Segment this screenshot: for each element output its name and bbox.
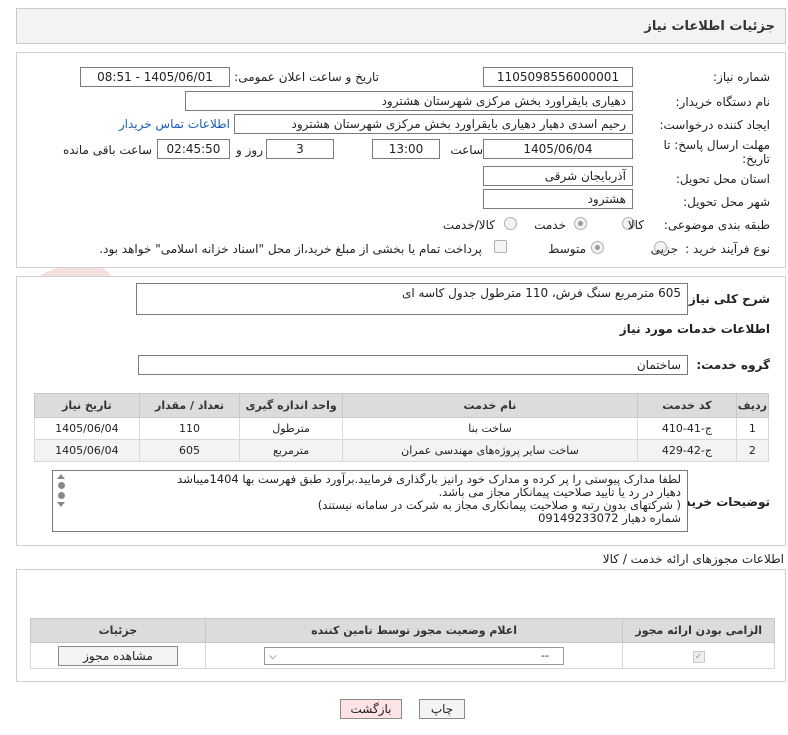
days-label: روز و xyxy=(236,143,263,157)
services-table-header: ردیف کد خدمت نام خدمت واحد اندازه گیری ت… xyxy=(34,393,770,418)
licenses-section-title: اطلاعات مجوزهای ارائه خدمت / کالا xyxy=(602,552,784,566)
col-need-date: تاریخ نیاز xyxy=(34,393,140,418)
chevron-down-icon: ⌵ xyxy=(269,650,277,662)
col-quantity: تعداد / مقدار xyxy=(138,393,241,418)
deadline-label-date: تاریخ: xyxy=(742,152,770,166)
cell-service-name: ساخت بنا xyxy=(341,417,639,440)
need-number-label: شماره نیاز: xyxy=(713,70,770,84)
table-row: ✓ -- ⌵ مشاهده مجوز xyxy=(30,642,775,669)
remaining-days-field: 3 xyxy=(266,139,334,159)
creator-label: ایجاد کننده درخواست: xyxy=(659,118,770,132)
deadline-time-field: 13:00 xyxy=(372,139,440,159)
page-title: جزئیات اطلاعات نیاز xyxy=(644,19,775,34)
buyer-notes-textarea[interactable]: لطفا مدارک پیوستی را پر کرده و مدارک خود… xyxy=(52,470,688,532)
summary-label: شرح کلی نیاز: xyxy=(684,292,770,306)
scroll-down-arrow-icon[interactable] xyxy=(57,502,65,507)
cell-row-number: 1 xyxy=(735,417,770,440)
city-label: شهر محل تحویل: xyxy=(683,195,770,209)
license-required-checkbox: ✓ xyxy=(692,650,705,663)
licenses-table: الزامی بودن ارائه مجوز اعلام وضعیت مجوز … xyxy=(30,618,775,669)
treasury-payment-checkbox[interactable] xyxy=(494,240,507,253)
cell-service-name: ساخت سایر پروژه‌های مهندسی عمران xyxy=(341,439,639,462)
cell-unit: مترطول xyxy=(239,417,343,440)
license-status-value: -- xyxy=(541,648,550,662)
deadline-date-field: 1405/06/04 xyxy=(483,139,633,159)
cell-unit: مترمربع xyxy=(239,439,343,462)
licenses-table-header: الزامی بودن ارائه مجوز اعلام وضعیت مجوز … xyxy=(30,618,775,643)
col-unit: واحد اندازه گیری xyxy=(239,393,343,418)
treasury-payment-note: پرداخت تمام یا بخشی از مبلغ خرید،از محل … xyxy=(99,242,482,256)
scroll-up-arrow-icon[interactable] xyxy=(57,474,65,479)
cell-license-status: -- ⌵ xyxy=(204,642,624,669)
process-medium-label: متوسط xyxy=(548,242,586,256)
services-table: ردیف کد خدمت نام خدمت واحد اندازه گیری ت… xyxy=(34,393,770,462)
province-label: استان محل تحویل: xyxy=(675,172,770,186)
buyer-contact-link[interactable]: اطلاعات تماس خریدار xyxy=(119,117,230,131)
process-radio-medium[interactable] xyxy=(591,241,604,254)
col-license-details: جزئیات xyxy=(30,618,206,643)
page-header: جزئیات اطلاعات نیاز xyxy=(16,8,786,44)
process-minor-label: جزیی xyxy=(650,242,678,256)
cell-need-date: 1405/06/04 xyxy=(34,439,140,462)
category-goods-service-label: کالا/خدمت xyxy=(442,218,495,232)
process-label: نوع فرآیند خرید : xyxy=(685,242,770,256)
cell-quantity: 605 xyxy=(138,439,241,462)
remaining-time-field: 02:45:50 xyxy=(157,139,230,159)
cell-service-code: ج-41-410 xyxy=(637,417,737,440)
cell-service-code: ج-42-429 xyxy=(637,439,737,462)
buyer-org-field: دهیاری بایقراورد بخش مرکزی شهرستان هشترو… xyxy=(185,91,633,111)
service-group-field: ساختمان xyxy=(138,355,688,375)
category-radio-goods-service[interactable] xyxy=(504,217,517,230)
creator-field: رحیم اسدی دهیار دهیاری بایقراورد بخش مرک… xyxy=(234,114,633,134)
cell-need-date: 1405/06/04 xyxy=(34,417,140,440)
cell-license-required: ✓ xyxy=(622,642,775,669)
buyer-notes-line: شماره دهیار 09149233072 xyxy=(538,511,681,525)
service-group-label: گروه خدمت: xyxy=(696,358,770,372)
announce-date-field: 1405/06/01 - 08:51 xyxy=(80,67,230,87)
table-row: 2 ج-42-429 ساخت سایر پروژه‌های مهندسی عم… xyxy=(34,439,770,462)
col-service-name: نام خدمت xyxy=(341,393,639,418)
back-button[interactable]: بازگشت xyxy=(340,699,402,719)
summary-textarea: 605 مترمربع سنگ فرش، 110 مترطول جدول کاس… xyxy=(136,283,688,315)
category-label: طبقه بندی موضوعی: xyxy=(663,218,770,232)
category-radio-service[interactable] xyxy=(574,217,587,230)
table-row: 1 ج-41-410 ساخت بنا مترطول 110 1405/06/0… xyxy=(34,417,770,440)
category-goods-label: کالا xyxy=(627,218,644,232)
deadline-label: مهلت ارسال پاسخ: تا xyxy=(663,138,770,152)
summary-text: 605 مترمربع سنگ فرش، 110 مترطول جدول کاس… xyxy=(401,286,681,300)
col-service-code: کد خدمت xyxy=(637,393,737,418)
license-status-select[interactable]: -- ⌵ xyxy=(264,646,565,665)
need-number-field: 1105098556000001 xyxy=(483,67,633,87)
view-license-button[interactable]: مشاهده مجوز xyxy=(57,645,178,666)
col-license-required: الزامی بودن ارائه مجوز xyxy=(622,618,775,643)
print-button[interactable]: چاپ xyxy=(419,699,465,719)
category-service-label: خدمت xyxy=(534,218,566,232)
deadline-time-label: ساعت xyxy=(450,143,483,157)
announce-date-label: تاریخ و ساعت اعلان عمومی: xyxy=(234,70,379,84)
services-section-title: اطلاعات خدمات مورد نیاز xyxy=(619,322,770,336)
scroll-dot-icon xyxy=(57,482,65,489)
province-field: آذربایجان شرقی xyxy=(483,166,633,186)
cell-license-details: مشاهده مجوز xyxy=(30,642,206,669)
remaining-label: ساعت باقی مانده xyxy=(62,143,152,157)
col-license-status: اعلام وضعیت مجوز توسط تامین کننده xyxy=(204,618,624,643)
city-field: هشترود xyxy=(483,189,633,209)
col-row-number: ردیف xyxy=(735,393,770,418)
buyer-org-label: نام دستگاه خریدار: xyxy=(675,95,771,109)
cell-row-number: 2 xyxy=(735,439,770,462)
cell-quantity: 110 xyxy=(138,417,241,440)
notes-scrollbar[interactable] xyxy=(54,474,68,530)
scroll-dot-icon xyxy=(57,492,65,499)
